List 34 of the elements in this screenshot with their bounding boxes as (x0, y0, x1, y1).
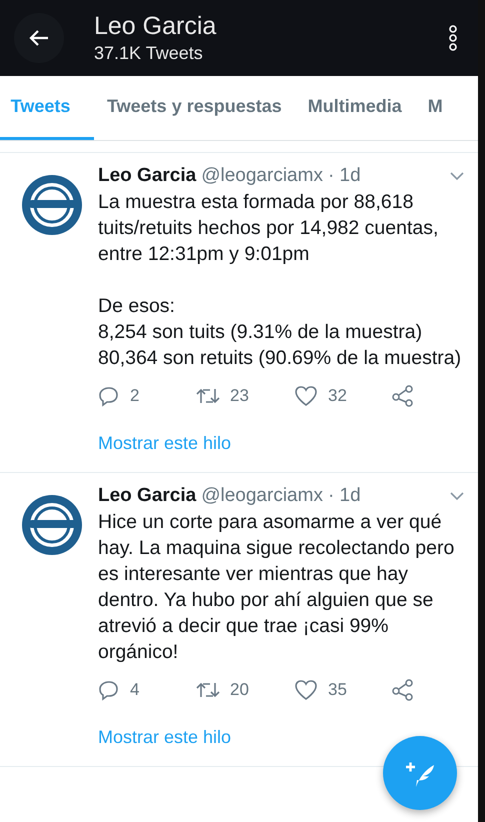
author-name[interactable]: Leo Garcia (98, 485, 196, 507)
heart-icon[interactable] (294, 679, 318, 701)
reply-count: 4 (130, 680, 140, 700)
tab[interactable]: Tweets y respuestas (94, 76, 295, 140)
retweet-count: 23 (230, 386, 249, 406)
tweet-time: · 1d (328, 165, 361, 187)
show-thread-link[interactable]: Mostrar este hilo (98, 727, 478, 748)
author-handle: @leogarciamx (201, 165, 323, 187)
reply-icon[interactable] (98, 679, 120, 701)
reply-count: 2 (130, 386, 140, 406)
tweet-text: La muestra esta formada por 88,618 tuits/retuits hechos por 14,982 cuentas, entre 12:31pm y 9:01pm De esos: 8,254 son tuits (9.31% de la muestra) 80,364 son retuits (90.69% de la muestra) (98, 190, 462, 371)
tab[interactable]: Multimedia (294, 76, 415, 140)
author-handle: @leogarciamx (201, 485, 323, 507)
show-thread-link[interactable]: Mostrar este hilo (98, 433, 478, 454)
share-icon[interactable] (392, 679, 414, 701)
author-name[interactable]: Leo Garcia (98, 165, 196, 187)
reply-icon[interactable] (98, 385, 120, 407)
avatar[interactable] (20, 493, 84, 557)
like-count: 32 (328, 386, 347, 406)
profile-name: Leo Garcia (94, 11, 218, 41)
tab[interactable]: Tweets (0, 76, 94, 140)
heart-icon[interactable] (294, 385, 318, 407)
tweet-count: 37.1K Tweets (94, 42, 204, 65)
share-icon[interactable] (392, 385, 414, 407)
tweet-time: · 1d (328, 485, 361, 507)
chevron-down-icon[interactable] (450, 492, 464, 501)
like-count: 35 (328, 680, 347, 700)
tab[interactable]: M (414, 76, 456, 140)
more-options-icon[interactable] (448, 25, 458, 51)
chevron-down-icon[interactable] (450, 172, 464, 181)
tweet-text: Hice un corte para asomarme a ver qué hay. La maquina sigue recolectando pero es interesante ver mientras que hay dentro. Ya hubo por ahí alguien que se atrevió a decir que trae ¡casi 99% orgánico! (98, 510, 456, 665)
compose-tweet-button[interactable] (383, 736, 457, 810)
avatar[interactable] (20, 173, 84, 237)
retweet-count: 20 (230, 680, 249, 700)
